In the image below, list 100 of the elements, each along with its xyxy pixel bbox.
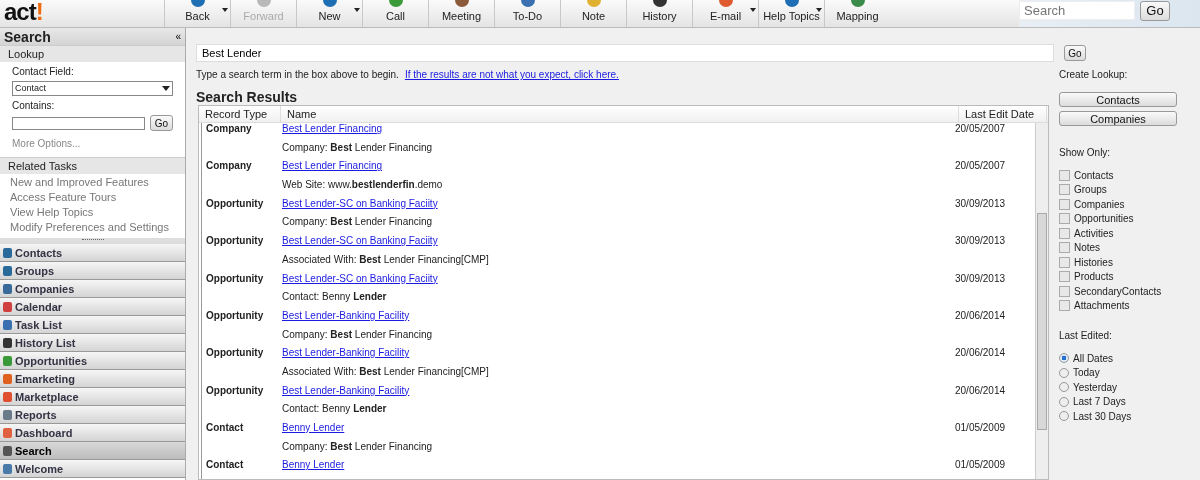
radio-button[interactable] xyxy=(1059,396,1069,407)
checkbox[interactable] xyxy=(1059,256,1070,268)
record-link[interactable]: Best Lender-Banking Facility xyxy=(282,309,410,321)
nav-item[interactable]: Opportunities xyxy=(0,352,185,370)
caret-icon[interactable] xyxy=(222,8,228,12)
record-link[interactable]: Best Lender Financing xyxy=(282,123,383,134)
panel-title: Search xyxy=(4,28,51,45)
checkbox-label: Companies xyxy=(1074,198,1125,210)
match-detail: Contact: Benny Lender xyxy=(282,291,387,303)
nav-item[interactable]: Companies xyxy=(0,280,185,298)
scrollbar[interactable] xyxy=(1035,123,1048,479)
nav-item[interactable]: History List xyxy=(0,334,185,352)
radio-button[interactable] xyxy=(1059,367,1069,378)
task-link[interactable]: View Help Topics xyxy=(10,205,175,220)
contact-field-dropdown[interactable]: Contact xyxy=(12,81,173,96)
search-field[interactable]: Search xyxy=(1019,1,1135,20)
checkbox[interactable] xyxy=(1059,213,1070,225)
checkbox[interactable] xyxy=(1059,198,1070,210)
toolbar-button[interactable]: Note xyxy=(561,0,626,27)
record-link[interactable]: Benny Lender xyxy=(282,422,345,433)
nav-label: Marketplace xyxy=(15,390,79,403)
more-options-link[interactable]: More Options... xyxy=(12,138,173,149)
table-cell-text: Contact xyxy=(205,459,245,471)
nav-item[interactable]: Task List xyxy=(0,316,185,334)
caret-icon[interactable] xyxy=(354,8,360,12)
radio-button[interactable] xyxy=(1059,411,1069,422)
checkbox[interactable] xyxy=(1059,271,1070,283)
nav-item[interactable]: Emarketing xyxy=(0,370,185,388)
table-cell-text: 01/05/2009 xyxy=(954,422,1007,433)
contains-field[interactable] xyxy=(12,116,145,130)
checkbox-label: Groups xyxy=(1074,184,1107,196)
column-header[interactable]: Record Type xyxy=(199,106,281,122)
record-link[interactable]: Best Lender Financing xyxy=(282,160,383,172)
create-lookup-button[interactable]: Contacts xyxy=(1059,92,1177,107)
radio-button[interactable] xyxy=(1059,382,1069,393)
checkbox[interactable] xyxy=(1059,300,1070,312)
match-detail: Associated With: Best Lender Financing[CMP] xyxy=(282,365,489,377)
match-detail: Company: Best Lender Financing xyxy=(282,216,433,228)
column-header[interactable]: Last Edit Date xyxy=(959,106,1047,122)
table-cell-text: Opportunity xyxy=(205,235,265,247)
toolbar-button[interactable]: Mapping xyxy=(825,0,890,27)
create-lookup-button[interactable]: Companies xyxy=(1059,111,1177,126)
toolbar-button[interactable]: Back xyxy=(165,0,230,27)
checkbox[interactable] xyxy=(1059,169,1070,181)
toolbar-button[interactable]: History xyxy=(627,0,692,27)
checkbox-label: Products xyxy=(1074,271,1114,283)
nav-item[interactable]: Search xyxy=(0,442,185,460)
checkbox[interactable] xyxy=(1059,285,1070,297)
section-label: Show Only: xyxy=(1059,147,1112,158)
nav-item[interactable]: Marketplace xyxy=(0,388,185,406)
help-link[interactable]: If the results are not what you expect, click here. xyxy=(404,69,619,80)
record-link[interactable]: Best Lender-SC on Banking Faciity xyxy=(282,272,438,284)
checkbox[interactable] xyxy=(1059,227,1070,239)
nav-item[interactable]: Calendar xyxy=(0,298,185,316)
table-cell-text: 20/05/2007 xyxy=(954,160,1007,172)
checkbox-label: Contacts xyxy=(1074,169,1114,181)
nav-label: Calendar xyxy=(15,300,63,313)
checkbox[interactable] xyxy=(1059,184,1070,196)
match-detail: Contact: Benny Lender xyxy=(282,403,387,415)
radio-button[interactable] xyxy=(1059,353,1069,364)
nav-label: Opportunities xyxy=(15,354,88,367)
go-button[interactable]: Go xyxy=(1064,45,1086,61)
nav-item[interactable]: Dashboard xyxy=(0,424,185,442)
toolbar-button[interactable]: Meeting xyxy=(429,0,494,27)
column-header[interactable]: Name xyxy=(281,106,959,122)
task-link[interactable]: Access Feature Tours xyxy=(10,190,175,205)
nav-item[interactable]: Groups xyxy=(0,262,185,280)
section-header: Lookup xyxy=(0,45,185,62)
table-cell-text: 20/06/2014 xyxy=(954,347,1007,359)
go-button[interactable]: Go xyxy=(1140,0,1170,21)
nav-item[interactable]: Reports xyxy=(0,406,185,424)
go-button[interactable]: Go xyxy=(150,115,173,131)
record-link[interactable]: Best Lender-Banking Facility xyxy=(282,384,410,396)
field-label: Contact Field: xyxy=(12,66,75,77)
toolbar-button[interactable]: E-mail xyxy=(693,0,758,27)
nav-label: Companies xyxy=(15,282,75,295)
caret-icon[interactable] xyxy=(750,8,756,12)
checkbox[interactable] xyxy=(1059,242,1070,254)
nav-item[interactable]: Contacts xyxy=(0,244,185,262)
table-cell-text: 20/06/2014 xyxy=(954,384,1007,396)
record-link[interactable]: Best Lender-SC on Banking Faciity xyxy=(282,235,438,247)
radio-label: Yesterday xyxy=(1073,381,1118,393)
record-link[interactable]: Best Lender-SC on Banking Faciity xyxy=(282,197,438,209)
record-link[interactable]: Benny Lender xyxy=(282,459,345,471)
toolbar-button[interactable]: New xyxy=(297,0,362,27)
toolbar-button[interactable]: Help Topics xyxy=(759,0,824,27)
collapse-button[interactable]: « xyxy=(175,31,181,42)
toolbar-button[interactable]: Call xyxy=(363,0,428,27)
record-link[interactable]: Best Lender-Banking Facility xyxy=(282,347,410,359)
act-logo: act! xyxy=(3,0,44,24)
toolbar-button[interactable]: To-Do xyxy=(495,0,560,27)
nav-label: Search xyxy=(15,444,52,457)
nav-item[interactable]: Welcome xyxy=(0,460,185,478)
task-link[interactable]: Modify Preferences and Settings xyxy=(10,220,175,235)
table-cell-text: 20/05/2007 xyxy=(954,123,1007,134)
splitter-handle[interactable] xyxy=(0,238,185,244)
checkbox-label: SecondaryContacts xyxy=(1074,285,1162,297)
caret-icon[interactable] xyxy=(816,8,822,12)
task-link[interactable]: New and Improved Features xyxy=(10,175,175,190)
search-field[interactable]: Best Lender xyxy=(196,44,1054,62)
